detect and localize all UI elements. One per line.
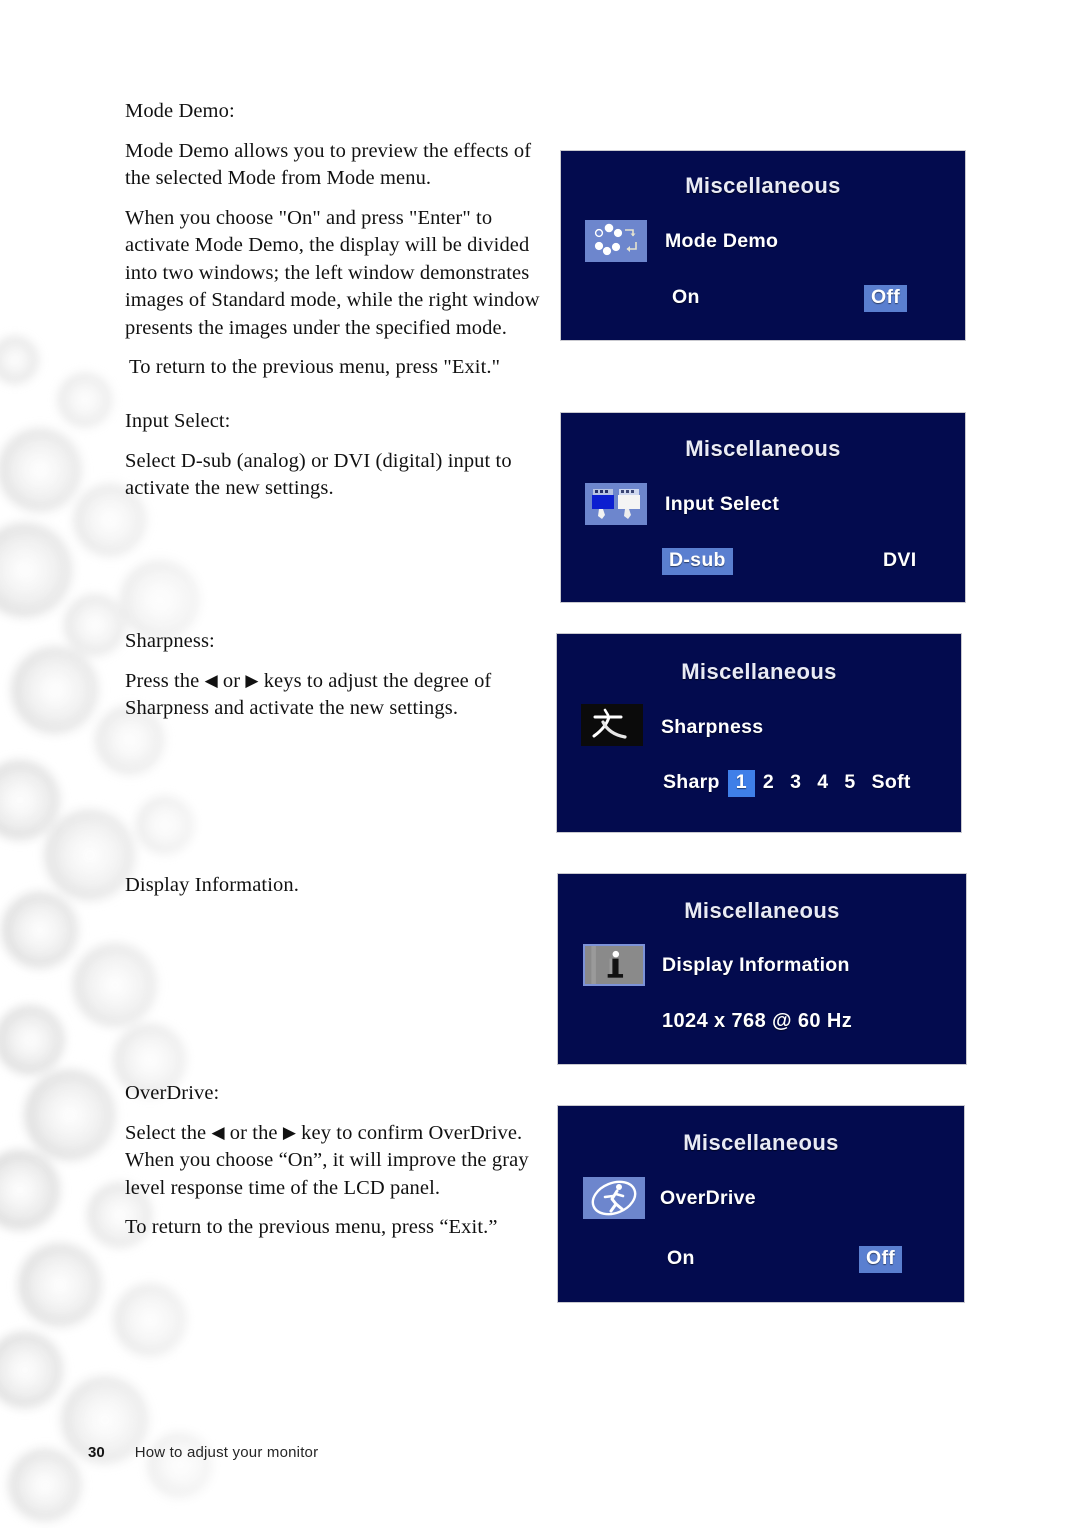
- osd-item-label: Input Select: [665, 493, 780, 515]
- scale-step-4[interactable]: 4: [809, 770, 836, 797]
- mode-demo-icon: [585, 220, 647, 262]
- connector-plugs-icon: [585, 483, 647, 525]
- osd-screenshot-input-select: Miscellaneous Input Select D-sub DVI: [560, 412, 966, 603]
- scale-step-2[interactable]: 2: [755, 770, 782, 797]
- osd-title: Miscellaneous: [685, 173, 841, 198]
- osd-screenshot-display-information: Miscellaneous Display Information 1024 x…: [557, 873, 967, 1065]
- cjk-character-icon: [581, 704, 643, 746]
- osd-title: Miscellaneous: [685, 436, 841, 461]
- osd-screenshot-overdrive: Miscellaneous OverDrive On Off: [557, 1105, 965, 1303]
- section-paragraph: Select the ◀ or the ▶ key to confirm Ove…: [125, 1121, 529, 1199]
- section-heading: Input Select:: [125, 410, 231, 432]
- manual-page: Mode Demo: Mode Demo allows you to previ…: [0, 0, 1080, 1528]
- section-paragraph: When you choose "On" and press "Enter" t…: [125, 206, 540, 339]
- right-arrow-icon: ▶: [282, 1122, 296, 1142]
- osd-screenshot-sharpness: Miscellaneous Sharpness Sharp 1 2 3 4 5 …: [556, 633, 962, 833]
- section-paragraph: Mode Demo allows you to preview the effe…: [125, 139, 532, 190]
- scale-label-sharp: Sharp: [663, 771, 720, 793]
- section-heading: Sharpness:: [125, 630, 215, 652]
- page-number: 30: [88, 1444, 105, 1461]
- section-overdrive: OverDrive: Select the ◀ or the ▶ key to …: [125, 1080, 550, 1254]
- section-mode-demo: Mode Demo: Mode Demo allows you to previ…: [125, 98, 550, 394]
- section-heading: Display Information.: [125, 874, 299, 896]
- osd-item-label: Display Information: [662, 954, 850, 976]
- info-i-icon: [583, 944, 645, 986]
- section-display-information: Display Information.: [125, 872, 550, 912]
- section-heading: Mode Demo:: [125, 100, 235, 122]
- osd-title: Miscellaneous: [681, 659, 837, 684]
- section-input-select: Input Select: Select D-sub (analog) or D…: [125, 408, 550, 515]
- footer-chapter-title: How to adjust your monitor: [134, 1444, 319, 1461]
- scale-step-5[interactable]: 5: [836, 770, 863, 797]
- scale-step-1[interactable]: 1: [727, 770, 755, 797]
- section-paragraph: To return to the previous menu, press “E…: [125, 1216, 498, 1238]
- running-figure-icon: [583, 1177, 645, 1219]
- display-resolution-value: 1024 x 768 @ 60 Hz: [662, 1010, 853, 1032]
- left-arrow-icon: ◀: [204, 670, 218, 690]
- osd-option-on[interactable]: On: [665, 285, 707, 312]
- osd-item-label: OverDrive: [660, 1187, 756, 1209]
- right-arrow-icon: ▶: [245, 670, 259, 690]
- section-paragraph: Select D-sub (analog) or DVI (digital) i…: [125, 449, 512, 500]
- osd-option-off[interactable]: Off: [859, 1246, 903, 1273]
- osd-screenshot-mode-demo: Miscellaneous Mode Demo On Off: [560, 150, 966, 341]
- section-paragraph: To return to the previous menu, press "E…: [129, 356, 501, 378]
- section-heading: OverDrive:: [125, 1082, 220, 1104]
- osd-option-off[interactable]: Off: [864, 285, 908, 312]
- section-sharpness: Sharpness: Press the ◀ or ▶ keys to adju…: [125, 628, 550, 735]
- osd-option-on[interactable]: On: [660, 1246, 702, 1273]
- page-footer: 30 How to adjust your monitor: [88, 1444, 318, 1461]
- osd-title: Miscellaneous: [683, 1130, 839, 1155]
- sharpness-scale[interactable]: Sharp 1 2 3 4 5 Soft: [655, 770, 919, 797]
- osd-item-label: Mode Demo: [665, 230, 779, 252]
- osd-option-dsub[interactable]: D-sub: [662, 548, 733, 575]
- scale-step-3[interactable]: 3: [782, 770, 809, 797]
- section-paragraph: Press the ◀ or ▶ keys to adjust the degr…: [125, 669, 492, 720]
- osd-option-dvi[interactable]: DVI: [876, 548, 923, 575]
- osd-item-label: Sharpness: [661, 716, 764, 738]
- left-arrow-icon: ◀: [211, 1122, 225, 1142]
- osd-title: Miscellaneous: [684, 898, 840, 923]
- scale-label-soft: Soft: [871, 771, 911, 793]
